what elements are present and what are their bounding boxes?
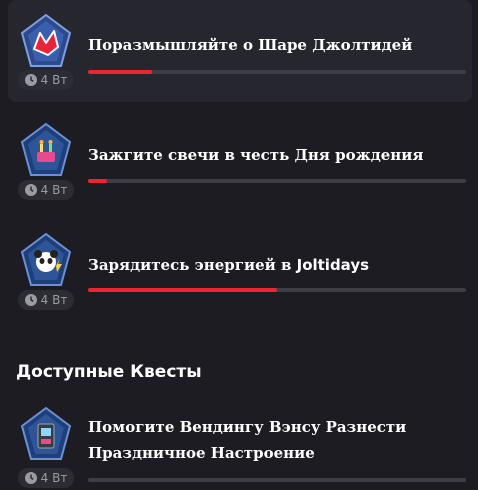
clock-icon	[24, 74, 37, 86]
duration-pill: 4 Вт	[18, 290, 74, 310]
duration-pill: 4 Вт	[18, 468, 74, 488]
quest-title: Зажгите свечи в честь Дня рождения	[88, 146, 424, 164]
duration-label: 4 Вт	[40, 471, 68, 485]
quest-title-part: Зарядитесь энергией в	[88, 256, 297, 274]
quest-progress-fill	[88, 179, 107, 183]
quest-progress-fill	[88, 70, 153, 74]
duration-pill: 4 Вт	[18, 180, 74, 200]
duration-label: 4 Вт	[40, 73, 68, 87]
quest-progress-bar	[88, 478, 466, 482]
quest-card-birthday-candles[interactable]: 4 Вт Зажгите свечи в честь Дня рождения	[8, 110, 472, 210]
clock-icon	[24, 294, 37, 306]
panda-energy-badge-icon	[20, 232, 72, 288]
joltidays-red-shard-badge-icon	[20, 13, 72, 69]
quest-card-reflect-orb[interactable]: 4 Вт Поразмышляйте о Шаре Джолтидей	[8, 0, 472, 102]
quest-card-vending-vance[interactable]: 4 Вт Помогите Вендингу Вэнсу Разнести Пр…	[8, 398, 472, 490]
quest-title-brand: Joltidays	[296, 256, 370, 274]
clock-icon	[24, 184, 37, 196]
quest-title-line-1: Помогите Вендингу Вэнсу Разнести	[88, 418, 407, 436]
quest-progress-bar	[88, 70, 466, 74]
duration-label: 4 Вт	[40, 293, 68, 307]
duration-pill: 4 Вт	[18, 70, 74, 90]
quest-title: Зарядитесь энергией в Joltidays	[88, 254, 472, 276]
duration-label: 4 Вт	[40, 183, 68, 197]
quest-progress-bar	[88, 179, 466, 183]
quest-card-joltidays-energy[interactable]: 4 Вт Зарядитесь энергией в Joltidays	[8, 220, 472, 320]
vending-vance-badge-icon	[20, 406, 72, 462]
quest-title: Поразмышляйте о Шаре Джолтидей	[88, 36, 413, 54]
quest-progress-bar	[88, 288, 466, 292]
quest-title-line-2: Праздничное Настроение	[88, 444, 315, 462]
quest-progress-fill	[88, 288, 277, 292]
birthday-candles-badge-icon	[20, 122, 72, 178]
available-quests-heading: Доступные Квесты	[16, 362, 202, 382]
clock-icon	[24, 472, 37, 484]
